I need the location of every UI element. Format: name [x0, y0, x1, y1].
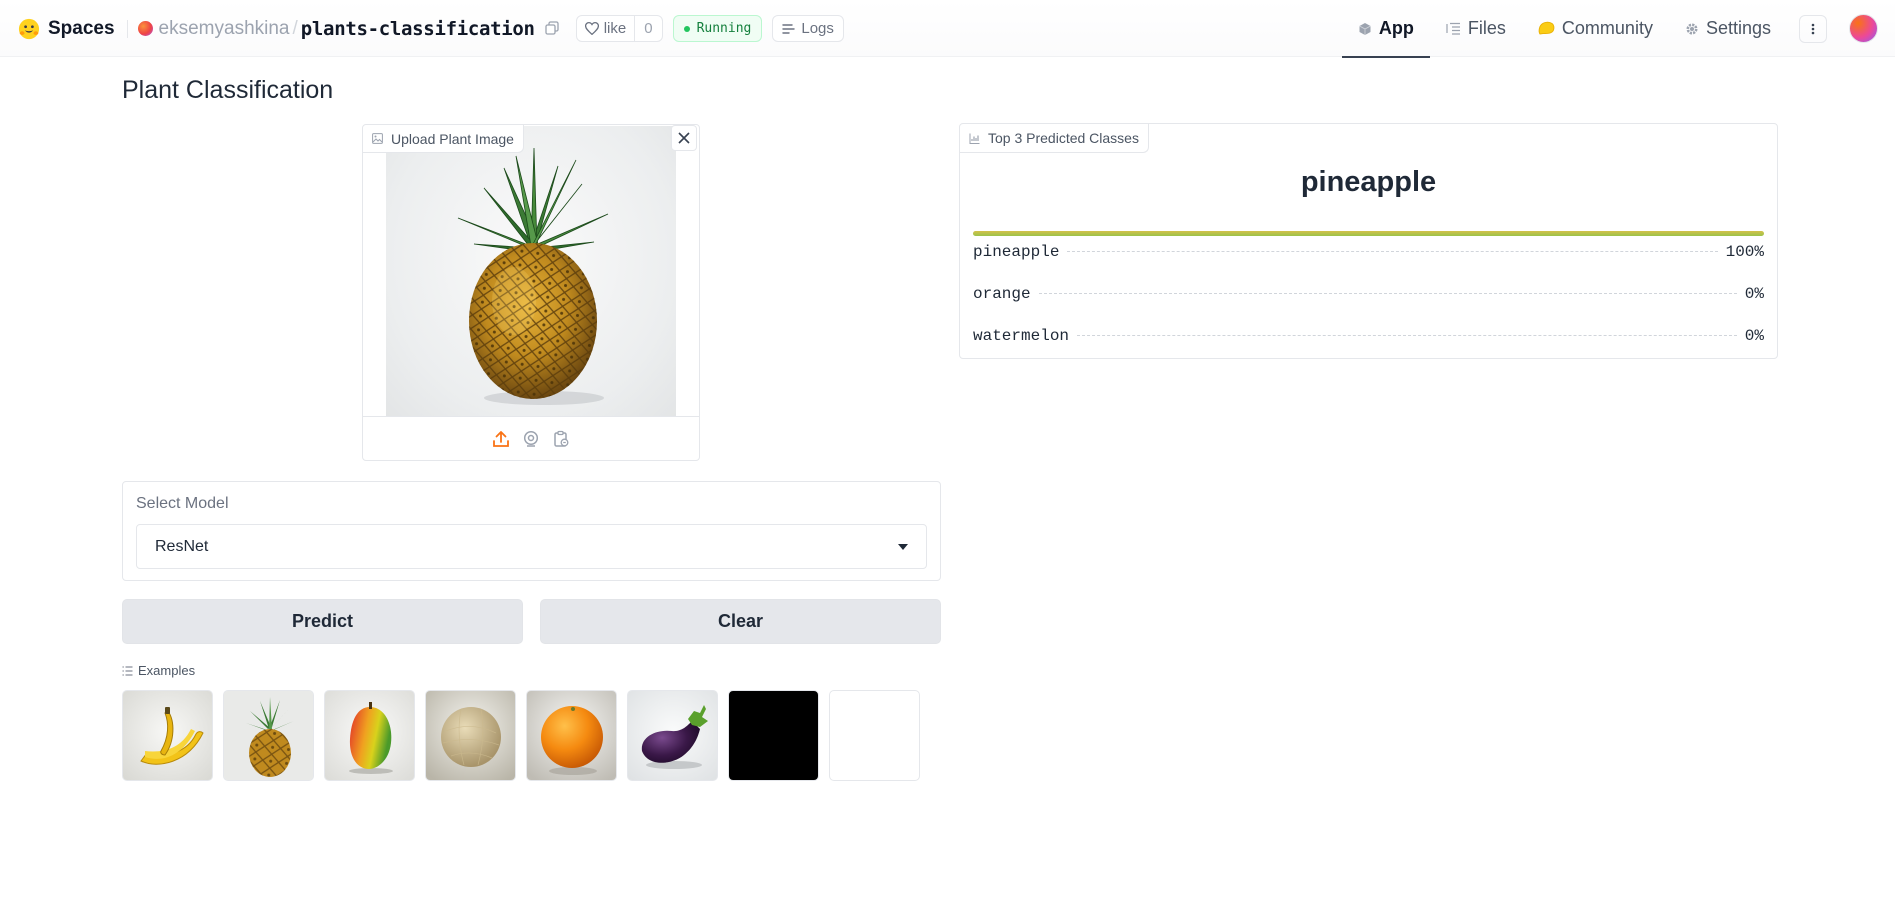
confidence-row[interactable]: watermelon 0%: [973, 315, 1764, 357]
class-label: watermelon: [973, 327, 1070, 345]
dotted-leader: [1038, 293, 1737, 294]
dotted-leader: [1077, 335, 1737, 336]
tab-community[interactable]: Community: [1522, 0, 1669, 57]
model-dropdown[interactable]: ResNet: [136, 524, 927, 569]
clipboard-icon[interactable]: [552, 430, 570, 448]
clear-button[interactable]: Clear: [540, 599, 941, 644]
pineapple-image: [457, 147, 609, 405]
like-button[interactable]: like 0: [575, 15, 663, 42]
example-mango[interactable]: [324, 690, 415, 781]
example-orange[interactable]: [526, 690, 617, 781]
results-label: Top 3 Predicted Classes: [960, 124, 1149, 153]
status-dot: [683, 25, 690, 32]
space-nav: App Files Community Settings: [1341, 0, 1895, 58]
model-select-label: Select Model: [136, 495, 229, 512]
bar-chart-icon: [969, 133, 980, 144]
gear-icon: [1686, 23, 1698, 34]
dotted-leader: [1067, 251, 1718, 252]
upload-icon[interactable]: [492, 430, 510, 448]
logs-label: Logs: [801, 20, 834, 37]
breadcrumb: Spaces eksemyashkina / plants-classifica…: [18, 0, 844, 57]
prediction-results: Top 3 Predicted Classes pineapple pineap…: [959, 123, 1778, 359]
model-select-block: Select Model ResNet: [122, 481, 941, 581]
tab-community-label: Community: [1561, 18, 1653, 38]
spaces-link[interactable]: Spaces: [48, 18, 115, 40]
example-banana[interactable]: [122, 690, 213, 781]
close-icon: [678, 132, 690, 144]
upload-label-text: Upload Plant Image: [391, 130, 514, 147]
example-eggplant[interactable]: [627, 690, 718, 781]
example-melon[interactable]: [425, 690, 516, 781]
tab-app-label: App: [1378, 18, 1414, 38]
tab-files-label: Files: [1467, 18, 1506, 38]
copy-icon[interactable]: [545, 21, 560, 36]
example-pineapple[interactable]: [223, 690, 314, 781]
model-dropdown-value: ResNet: [155, 537, 209, 555]
vertical-dots-icon: [1811, 23, 1815, 34]
class-label: orange: [973, 285, 1031, 303]
tab-settings[interactable]: Settings: [1669, 0, 1787, 57]
user-avatar[interactable]: [1849, 14, 1878, 43]
like-count[interactable]: 0: [634, 16, 661, 41]
status-text: Running: [696, 21, 752, 36]
caret-down-icon: [898, 543, 908, 550]
class-label: pineapple: [973, 243, 1060, 261]
example-black[interactable]: [728, 690, 819, 781]
image-source-toolbar: [363, 416, 699, 460]
owner-avatar[interactable]: [137, 21, 153, 36]
tab-files[interactable]: Files: [1430, 0, 1522, 57]
predict-button[interactable]: Predict: [122, 599, 523, 644]
owner-link[interactable]: eksemyashkina: [159, 18, 290, 40]
webcam-icon[interactable]: [522, 430, 540, 448]
top-prediction: pineapple: [1300, 166, 1437, 198]
examples-gallery: [122, 690, 920, 781]
breadcrumb-separator: /: [292, 17, 298, 39]
heart-icon: [584, 22, 599, 35]
confidence-list: pineapple 100% orange 0% watermelon 0%: [973, 231, 1764, 357]
examples-label-text: Examples: [138, 663, 196, 678]
class-confidence: 100%: [1725, 243, 1764, 261]
divider: [126, 19, 128, 38]
results-label-text: Top 3 Predicted Classes: [988, 130, 1139, 146]
image-icon: [372, 133, 383, 144]
more-options-button[interactable]: [1799, 14, 1827, 43]
confidence-bar: [973, 231, 1764, 236]
logs-button[interactable]: Logs: [772, 15, 844, 42]
logs-icon: [782, 23, 796, 34]
cube-icon: [1359, 22, 1371, 35]
class-confidence: 0%: [1744, 285, 1764, 303]
page-title: Plant Classification: [122, 76, 334, 104]
confidence-row[interactable]: pineapple 100%: [973, 231, 1764, 273]
repo-name-link[interactable]: plants-classification: [301, 18, 535, 40]
examples-label: Examples: [122, 663, 195, 678]
tab-settings-label: Settings: [1705, 18, 1771, 38]
tab-app[interactable]: App: [1341, 0, 1430, 58]
confidence-row[interactable]: orange 0%: [973, 273, 1764, 315]
clear-image-button[interactable]: [671, 125, 697, 151]
like-label: like: [603, 20, 627, 37]
hugging-face-logo-icon[interactable]: [18, 18, 40, 40]
files-icon: [1446, 22, 1460, 35]
example-white[interactable]: [829, 690, 920, 781]
image-upload[interactable]: Upload Plant Image: [362, 124, 700, 461]
community-icon: [1538, 21, 1555, 35]
status-badge[interactable]: Running: [672, 15, 763, 42]
upload-label: Upload Plant Image: [363, 125, 524, 153]
top-bar: Spaces eksemyashkina / plants-classifica…: [0, 0, 1895, 58]
list-icon: [122, 665, 133, 676]
uploaded-image[interactable]: [386, 126, 676, 416]
class-confidence: 0%: [1744, 327, 1764, 345]
